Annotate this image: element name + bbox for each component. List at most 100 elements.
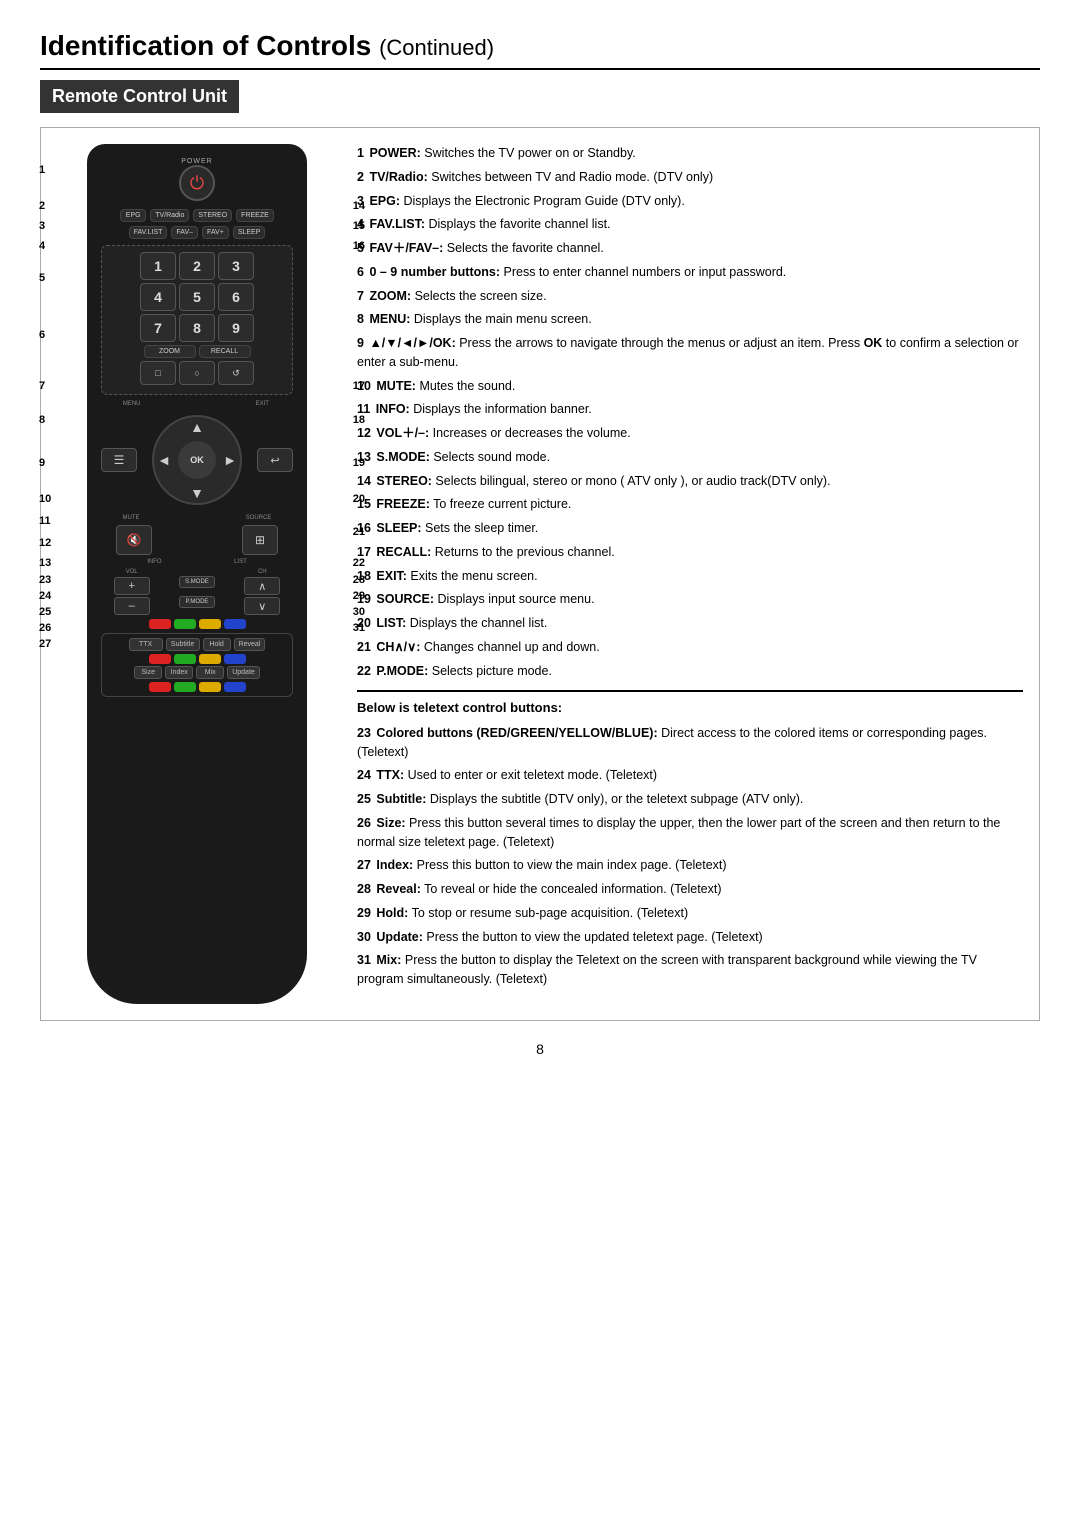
nav-left-arrow[interactable]: ◄ <box>152 448 176 472</box>
num-8[interactable]: 8 <box>179 314 215 342</box>
item-num: 18 <box>357 569 371 583</box>
square-button[interactable]: □ <box>140 361 176 385</box>
power-button[interactable]: ⏻ <box>179 165 215 201</box>
color-buttons-row3 <box>106 682 288 692</box>
green-button[interactable] <box>174 619 196 629</box>
item-bold: CH∧/∨: <box>376 640 420 654</box>
num-5[interactable]: 5 <box>179 283 215 311</box>
red-button-2[interactable] <box>149 654 171 664</box>
vol-minus-button[interactable]: – <box>114 597 150 615</box>
title-text: Identification of Controls <box>40 30 371 61</box>
tvradio-button[interactable]: TV/Radio <box>150 209 189 222</box>
update-button[interactable]: Update <box>227 666 260 679</box>
ch-up-button[interactable]: ∧ <box>244 577 280 595</box>
item-num: 3 <box>357 194 364 208</box>
vol-plus-button[interactable]: + <box>114 577 150 595</box>
epg-button[interactable]: EPG <box>120 209 146 222</box>
item-num: 1 <box>357 146 364 160</box>
yellow-button-3[interactable] <box>199 682 221 692</box>
item-bold: Colored buttons (RED/GREEN/YELLOW/BLUE): <box>376 726 657 740</box>
ok-button[interactable]: OK <box>178 441 216 479</box>
red-button-3[interactable] <box>149 682 171 692</box>
item-bold: MUTE: <box>376 379 416 393</box>
desc-item-23: 23 Colored buttons (RED/GREEN/YELLOW/BLU… <box>357 724 1023 762</box>
color-buttons-row2 <box>106 654 288 664</box>
index-button[interactable]: Index <box>165 666 193 679</box>
desc-item-28: 28 Reveal: To reveal or hide the conceal… <box>357 880 1023 899</box>
nav-up-arrow[interactable]: ▲ <box>185 415 209 439</box>
item-num: 9 <box>357 336 364 350</box>
num-3[interactable]: 3 <box>218 252 254 280</box>
ch-down-button[interactable]: ∨ <box>244 597 280 615</box>
freeze-button[interactable]: FREEZE <box>236 209 274 222</box>
subtitle-button[interactable]: Subtitle <box>166 638 200 651</box>
recall-button[interactable]: RECALL <box>199 345 251 358</box>
num-6[interactable]: 6 <box>218 283 254 311</box>
item-num: 30 <box>357 930 371 944</box>
exit-button[interactable]: ↩ <box>257 448 293 472</box>
fav-minus-button[interactable]: FAV– <box>171 226 198 239</box>
desc-item-11: 11 INFO: Displays the information banner… <box>357 400 1023 419</box>
item-num: 23 <box>357 726 371 740</box>
desc-item-2: 2 TV/Radio: Switches between TV and Radi… <box>357 168 1023 187</box>
nav-down-arrow[interactable]: ▼ <box>185 481 209 505</box>
circle-button[interactable]: ○ <box>179 361 215 385</box>
fav-plus-button[interactable]: FAV+ <box>202 226 229 239</box>
item-bold: TTX: <box>376 768 404 782</box>
pmode-button[interactable]: P.MODE <box>179 596 215 608</box>
nav-right-arrow[interactable]: ► <box>218 448 242 472</box>
blue-button-3[interactable] <box>224 682 246 692</box>
size-button[interactable]: Size <box>134 666 162 679</box>
green-button-2[interactable] <box>174 654 196 664</box>
desc-item-18: 18 EXIT: Exits the menu screen. <box>357 567 1023 586</box>
blue-button-2[interactable] <box>224 654 246 664</box>
smode-button[interactable]: S.MODE <box>179 576 215 588</box>
ttx-button[interactable]: TTX <box>129 638 163 651</box>
item-bold: P.MODE: <box>376 664 428 678</box>
num-9[interactable]: 9 <box>218 314 254 342</box>
mix-button[interactable]: Mix <box>196 666 224 679</box>
reveal-button[interactable]: Reveal <box>234 638 266 651</box>
num-4[interactable]: 4 <box>140 283 176 311</box>
vol-controls: + – <box>114 577 150 615</box>
stereo-button[interactable]: STEREO <box>193 209 232 222</box>
item-num: 21 <box>357 640 371 654</box>
hold-button[interactable]: Hold <box>203 638 231 651</box>
favlist-button[interactable]: FAV.LIST <box>129 226 168 239</box>
green-button-3[interactable] <box>174 682 196 692</box>
blue-button[interactable] <box>224 619 246 629</box>
recall-circle-button[interactable]: ↺ <box>218 361 254 385</box>
zoom-recall-row: ZOOM RECALL <box>108 345 286 358</box>
item-num: 12 <box>357 426 371 440</box>
zoom-button[interactable]: ZOOM <box>144 345 196 358</box>
num-7[interactable]: 7 <box>140 314 176 342</box>
descriptions-panel: 1 POWER: Switches the TV power on or Sta… <box>357 144 1023 1004</box>
item-bold: EPG: <box>369 194 400 208</box>
num-1[interactable]: 1 <box>140 252 176 280</box>
teletext-row2: Size Index Mix Update <box>106 666 288 679</box>
red-button[interactable] <box>149 619 171 629</box>
item-bold: MENU: <box>369 312 410 326</box>
yellow-button[interactable] <box>199 619 221 629</box>
sleep-button[interactable]: SLEEP <box>233 226 266 239</box>
desc-item-21: 21 CH∧/∨: Changes channel up and down. <box>357 638 1023 657</box>
item-bold: EXIT: <box>376 569 407 583</box>
source-button[interactable]: ⊞ <box>242 525 278 555</box>
item-num: 10 <box>357 379 371 393</box>
desc-item-14: 14 STEREO: Selects bilingual, stereo or … <box>357 472 1023 491</box>
desc-item-31: 31 Mix: Press the button to display the … <box>357 951 1023 989</box>
item-num: 15 <box>357 497 371 511</box>
desc-item-20: 20 LIST: Displays the channel list. <box>357 614 1023 633</box>
desc-item-6: 6 0 – 9 number buttons: Press to enter c… <box>357 263 1023 282</box>
mute-button[interactable]: 🔇 <box>116 525 152 555</box>
item-num: 13 <box>357 450 371 464</box>
menu-button[interactable]: ☰ <box>101 448 137 472</box>
item-num: 27 <box>357 858 371 872</box>
teletext-section: TTX Subtitle Hold Reveal Size Ind <box>101 633 293 697</box>
menu-exit-buttons-row: ☰ ▲ ▼ ◄ ► OK ↩ <box>101 409 293 511</box>
desc-item-27: 27 Index: Press this button to view the … <box>357 856 1023 875</box>
desc-item-30: 30 Update: Press the button to view the … <box>357 928 1023 947</box>
item-num: 11 <box>357 402 370 416</box>
num-2[interactable]: 2 <box>179 252 215 280</box>
yellow-button-2[interactable] <box>199 654 221 664</box>
